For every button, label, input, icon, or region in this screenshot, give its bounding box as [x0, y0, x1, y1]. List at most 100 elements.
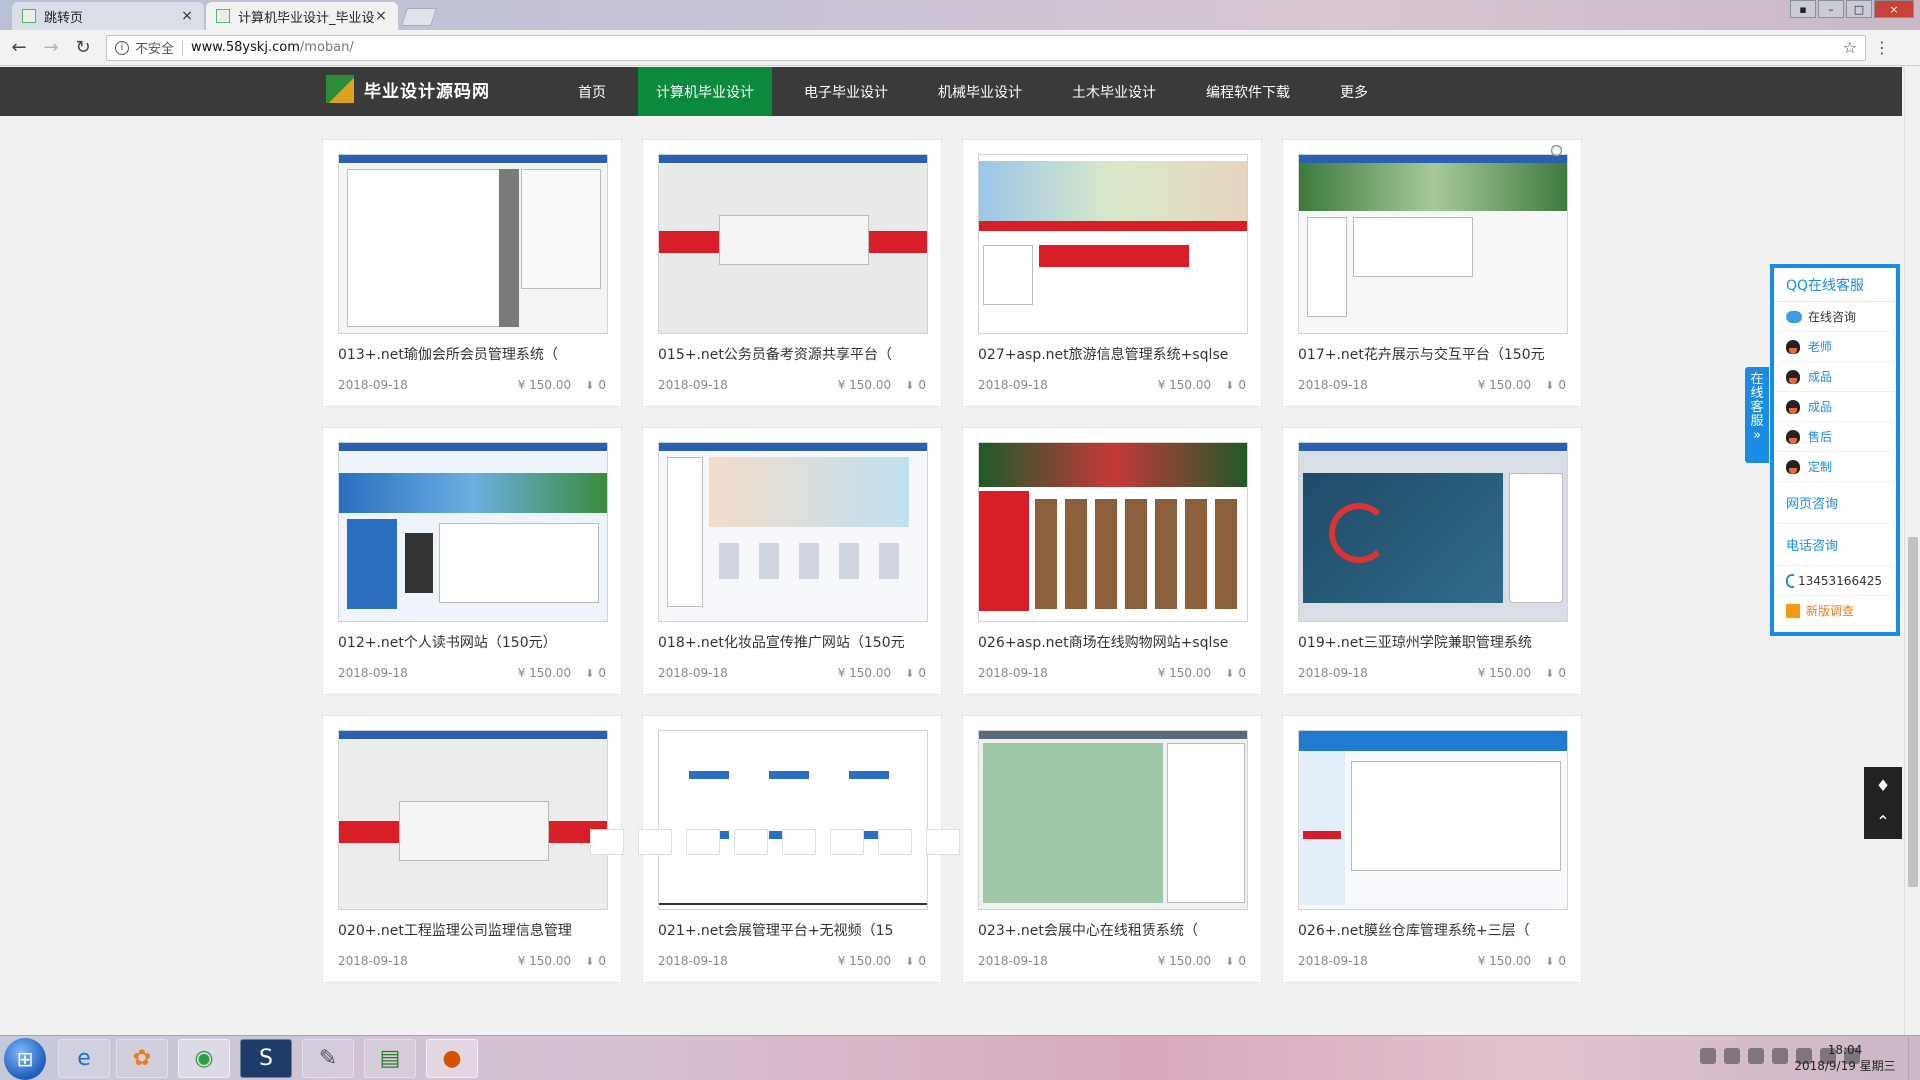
recorder-app-icon[interactable]: ●	[426, 1039, 478, 1078]
product-title[interactable]: 012+.net个人读书网站（150元）	[338, 632, 606, 654]
qq-item-label: 成品	[1808, 370, 1833, 384]
product-price: ¥ 150.00	[837, 666, 892, 680]
product-thumbnail[interactable]	[658, 154, 928, 334]
product-thumbnail[interactable]	[338, 442, 608, 622]
notification-bell-icon[interactable]: ♦	[1864, 767, 1902, 803]
product-thumbnail[interactable]	[338, 154, 608, 334]
nav-item-home[interactable]: 首页	[560, 67, 624, 116]
product-title[interactable]: 021+.net会展管理平台+无视频（15	[658, 920, 926, 942]
product-thumbnail[interactable]	[1298, 730, 1568, 910]
product-card[interactable]: 023+.net会展中心在线租赁系统（ 2018-09-18 ¥ 150.00 …	[962, 145, 1562, 983]
qq-contact-teacher[interactable]: 老师	[1774, 332, 1896, 362]
close-tab-icon[interactable]: ×	[374, 8, 388, 24]
tray-keyboard-icon[interactable]	[1700, 1048, 1716, 1064]
close-tab-icon[interactable]: ×	[180, 8, 194, 24]
page-scrollbar[interactable]	[1904, 67, 1920, 1035]
nav-item-computer[interactable]: 计算机毕业设计	[638, 67, 772, 116]
product-title[interactable]: 023+.net会展中心在线租赁系统（	[978, 920, 1246, 942]
product-card[interactable]: 026+.net膜丝仓库管理系统+三层（ 2018-09-18 ¥ 150.00…	[1282, 145, 1582, 983]
nav-item-more[interactable]: 更多	[1322, 67, 1386, 116]
product-card[interactable]: 015+.net公务员备考资源共享平台（ 2018-09-18 ¥ 150.00…	[642, 139, 1562, 407]
app-icon[interactable]: ✿	[116, 1039, 168, 1078]
system-clock[interactable]: 18:04 2018/9/19 星期三	[1790, 1042, 1900, 1074]
page-button[interactable]	[878, 829, 912, 855]
product-card[interactable]: 027+asp.net旅游信息管理系统+sqlse 2018-09-18 ¥ 1…	[962, 139, 1562, 407]
product-title[interactable]: 018+.net化妆品宣传推广网站（150元	[658, 632, 926, 654]
product-card[interactable]: 017+.net花卉展示与交互平台（150元 2018-09-18 ¥ 150.…	[1282, 139, 1582, 407]
script-editor-icon[interactable]: S	[240, 1039, 292, 1078]
minimize-button[interactable]: –	[1818, 0, 1844, 18]
nav-item-software[interactable]: 编程软件下载	[1188, 67, 1308, 116]
product-title[interactable]: 020+.net工程监理公司监理信息管理	[338, 920, 606, 942]
browser-tab-active[interactable]: 计算机毕业设计_毕业设计 ×	[206, 2, 398, 30]
web-consult-link[interactable]: 网页咨询	[1774, 482, 1896, 524]
tray-flag-icon[interactable]	[1724, 1048, 1740, 1064]
product-title[interactable]: 017+.net花卉展示与交互平台（150元	[1298, 344, 1566, 366]
phone-icon	[1786, 573, 1794, 588]
tools-icon[interactable]: ✎	[302, 1039, 354, 1078]
tray-network-icon[interactable]	[1748, 1048, 1764, 1064]
tab-char: 线	[1750, 386, 1764, 401]
ie-icon[interactable]: e	[58, 1039, 110, 1078]
product-title[interactable]: 027+asp.net旅游信息管理系统+sqlse	[978, 344, 1246, 366]
product-thumbnail[interactable]	[978, 730, 1248, 910]
product-thumbnail[interactable]	[1298, 154, 1568, 334]
qq-online-consult[interactable]: 在线咨询	[1774, 302, 1896, 332]
product-card[interactable]: 013+.net瑜伽会所会员管理系统（ 2018-09-18 ¥ 150.00 …	[322, 139, 1562, 407]
chrome-icon[interactable]: ◉	[178, 1039, 230, 1078]
page-button[interactable]	[590, 829, 624, 855]
product-thumbnail[interactable]	[658, 730, 928, 910]
page-button[interactable]	[638, 829, 672, 855]
product-title[interactable]: 026+.net膜丝仓库管理系统+三层（	[1298, 920, 1566, 942]
info-icon[interactable]: i	[115, 40, 129, 55]
address-bar[interactable]: i 不安全 www.58yskj.com /moban/ ☆	[106, 34, 1866, 61]
page-button[interactable]	[926, 829, 960, 855]
forward-arrow-icon[interactable]: →	[38, 35, 64, 61]
chart-app-icon[interactable]: ▤	[364, 1039, 416, 1078]
nav-item-civil[interactable]: 土木毕业设计	[1054, 67, 1174, 116]
page-button[interactable]	[782, 829, 816, 855]
user-icon[interactable]: ▪	[1790, 0, 1816, 18]
nav-item-mechanical[interactable]: 机械毕业设计	[920, 67, 1040, 116]
product-title[interactable]: 019+.net三亚琼州学院兼职管理系统	[1298, 632, 1566, 654]
qq-contact-custom[interactable]: 定制	[1774, 452, 1896, 482]
scrollbar-thumb[interactable]	[1908, 537, 1918, 887]
tab-title: 跳转页	[44, 10, 84, 26]
back-to-top-icon[interactable]: ⌃	[1864, 803, 1902, 839]
tray-qq-icon[interactable]	[1772, 1048, 1788, 1064]
product-thumbnail[interactable]	[1298, 442, 1568, 622]
page-button[interactable]	[830, 829, 864, 855]
qq-contact-product[interactable]: 成品	[1774, 392, 1896, 422]
page-button[interactable]	[734, 829, 768, 855]
product-card[interactable]: 020+.net工程监理公司监理信息管理 2018-09-18 ¥ 150.00…	[322, 145, 1562, 983]
product-card[interactable]: 012+.net个人读书网站（150元） 2018-09-18 ¥ 150.00…	[322, 145, 1562, 695]
product-title[interactable]: 013+.net瑜伽会所会员管理系统（	[338, 344, 606, 366]
show-desktop-button[interactable]	[1908, 1036, 1920, 1080]
browser-tab[interactable]: 跳转页 ×	[12, 2, 204, 30]
product-price: ¥ 150.00	[837, 954, 892, 968]
product-thumbnail[interactable]	[978, 154, 1248, 334]
survey-link[interactable]: 新版调查	[1774, 596, 1896, 626]
site-logo[interactable]: 毕业设计源码网	[326, 75, 490, 103]
product-card[interactable]: 018+.net化妆品宣传推广网站（150元 2018-09-18 ¥ 150.…	[642, 145, 1562, 695]
product-card[interactable]: 026+asp.net商场在线购物网站+sqlse 2018-09-18 ¥ 1…	[962, 145, 1562, 695]
product-thumbnail[interactable]	[978, 442, 1248, 622]
bookmark-star-icon[interactable]: ☆	[1843, 38, 1857, 57]
product-title[interactable]: 026+asp.net商场在线购物网站+sqlse	[978, 632, 1246, 654]
maximize-button[interactable]: □	[1846, 0, 1872, 18]
page-button[interactable]	[686, 829, 720, 855]
qq-side-tab[interactable]: 在 线 客 服 »	[1745, 367, 1769, 463]
nav-item-electronics[interactable]: 电子毕业设计	[786, 67, 906, 116]
qq-contact-product[interactable]: 成品	[1774, 362, 1896, 392]
product-title[interactable]: 015+.net公务员备考资源共享平台（	[658, 344, 926, 366]
start-button[interactable]: ⊞	[4, 1038, 46, 1080]
reload-icon[interactable]: ↻	[70, 35, 96, 61]
qq-contact-aftersales[interactable]: 售后	[1774, 422, 1896, 452]
browser-menu-icon[interactable]: ⋮	[1872, 38, 1892, 57]
product-thumbnail[interactable]	[338, 730, 608, 910]
close-window-button[interactable]: ×	[1874, 0, 1914, 18]
back-arrow-icon[interactable]: ←	[6, 35, 32, 61]
product-card[interactable]: 019+.net三亚琼州学院兼职管理系统 2018-09-18 ¥ 150.00…	[1282, 145, 1582, 695]
product-thumbnail[interactable]	[658, 442, 928, 622]
new-tab-button[interactable]	[401, 8, 437, 26]
